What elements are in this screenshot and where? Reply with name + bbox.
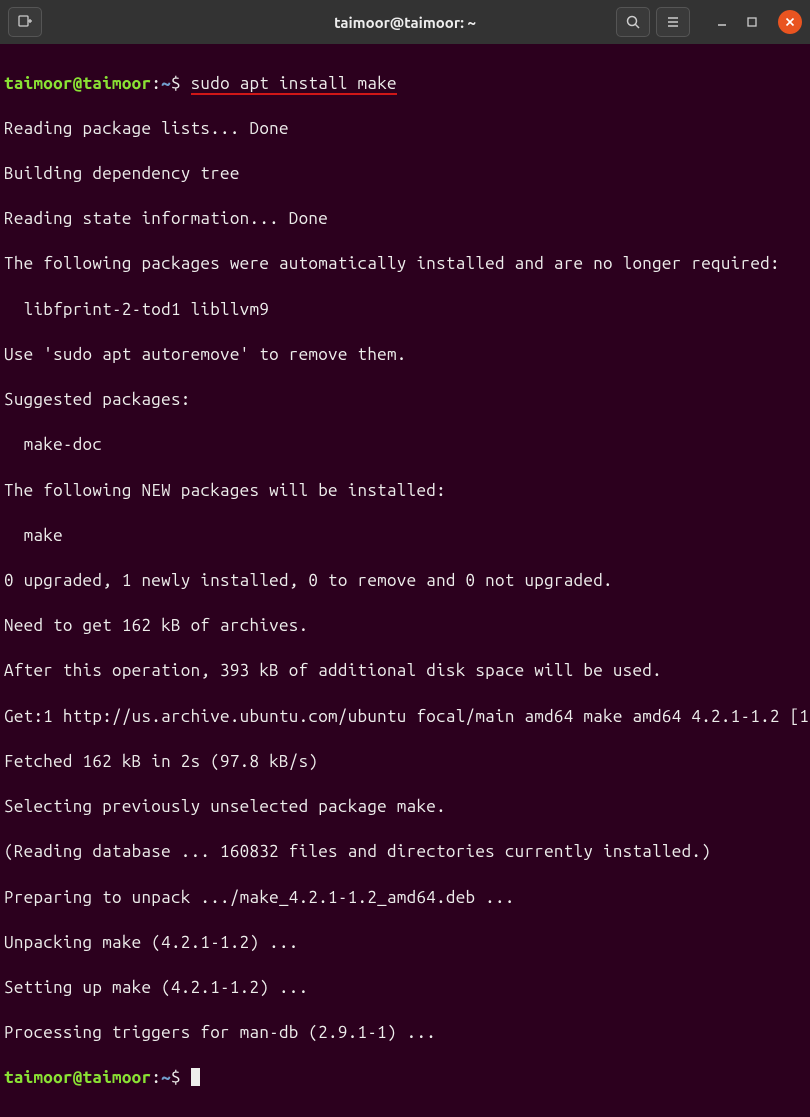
search-button[interactable] [616, 7, 650, 37]
output-line: (Reading database ... 160832 files and d… [4, 841, 806, 864]
output-line: Need to get 162 kB of archives. [4, 615, 806, 638]
new-tab-icon [17, 14, 33, 30]
output-line: Building dependency tree [4, 163, 806, 186]
output-line: Preparing to unpack .../make_4.2.1-1.2_a… [4, 887, 806, 910]
output-line: make-doc [4, 434, 806, 457]
search-icon [625, 14, 641, 30]
output-line: make [4, 525, 806, 548]
output-line: Unpacking make (4.2.1-1.2) ... [4, 932, 806, 955]
prompt-line-2: taimoor@taimoor:~$ [4, 1067, 806, 1090]
menu-icon [665, 14, 681, 30]
output-line: Reading package lists... Done [4, 118, 806, 141]
output-line: 0 upgraded, 1 newly installed, 0 to remo… [4, 570, 806, 593]
menu-button[interactable] [656, 7, 690, 37]
titlebar-right [616, 7, 802, 37]
cursor [191, 1068, 200, 1086]
maximize-icon [746, 16, 758, 28]
output-line: Processing triggers for man-db (2.9.1-1)… [4, 1022, 806, 1045]
command-text: sudo apt install make [191, 74, 397, 95]
output-line: Reading state information... Done [4, 208, 806, 231]
prompt-path: ~ [161, 1068, 171, 1087]
prompt-colon: : [151, 1068, 161, 1087]
prompt-line-1: taimoor@taimoor:~$ sudo apt install make [4, 73, 806, 96]
window-title: taimoor@taimoor: ~ [334, 14, 476, 31]
prompt-user-host: taimoor@taimoor [4, 1068, 151, 1087]
new-tab-button[interactable] [8, 7, 42, 37]
titlebar-left [8, 7, 42, 37]
prompt-path: ~ [161, 74, 171, 93]
close-button[interactable] [778, 10, 802, 34]
output-line: Suggested packages: [4, 389, 806, 412]
output-line: After this operation, 393 kB of addition… [4, 660, 806, 683]
output-line: Use 'sudo apt autoremove' to remove them… [4, 344, 806, 367]
prompt-colon: : [151, 74, 161, 93]
prompt-user-host: taimoor@taimoor [4, 74, 151, 93]
prompt-dollar: $ [171, 1068, 191, 1087]
titlebar: taimoor@taimoor: ~ [0, 0, 810, 44]
output-line: Get:1 http://us.archive.ubuntu.com/ubunt… [4, 706, 806, 729]
output-line: Setting up make (4.2.1-1.2) ... [4, 977, 806, 1000]
terminal-body[interactable]: taimoor@taimoor:~$ sudo apt install make… [0, 44, 810, 1117]
output-line: Selecting previously unselected package … [4, 796, 806, 819]
maximize-button[interactable] [740, 10, 764, 34]
close-icon [785, 17, 795, 27]
minimize-button[interactable] [710, 10, 734, 34]
output-line: The following packages were automaticall… [4, 253, 806, 276]
prompt-dollar: $ [171, 74, 191, 93]
output-line: Fetched 162 kB in 2s (97.8 kB/s) [4, 751, 806, 774]
minimize-icon [716, 16, 728, 28]
output-line: libfprint-2-tod1 libllvm9 [4, 299, 806, 322]
output-line: The following NEW packages will be insta… [4, 480, 806, 503]
